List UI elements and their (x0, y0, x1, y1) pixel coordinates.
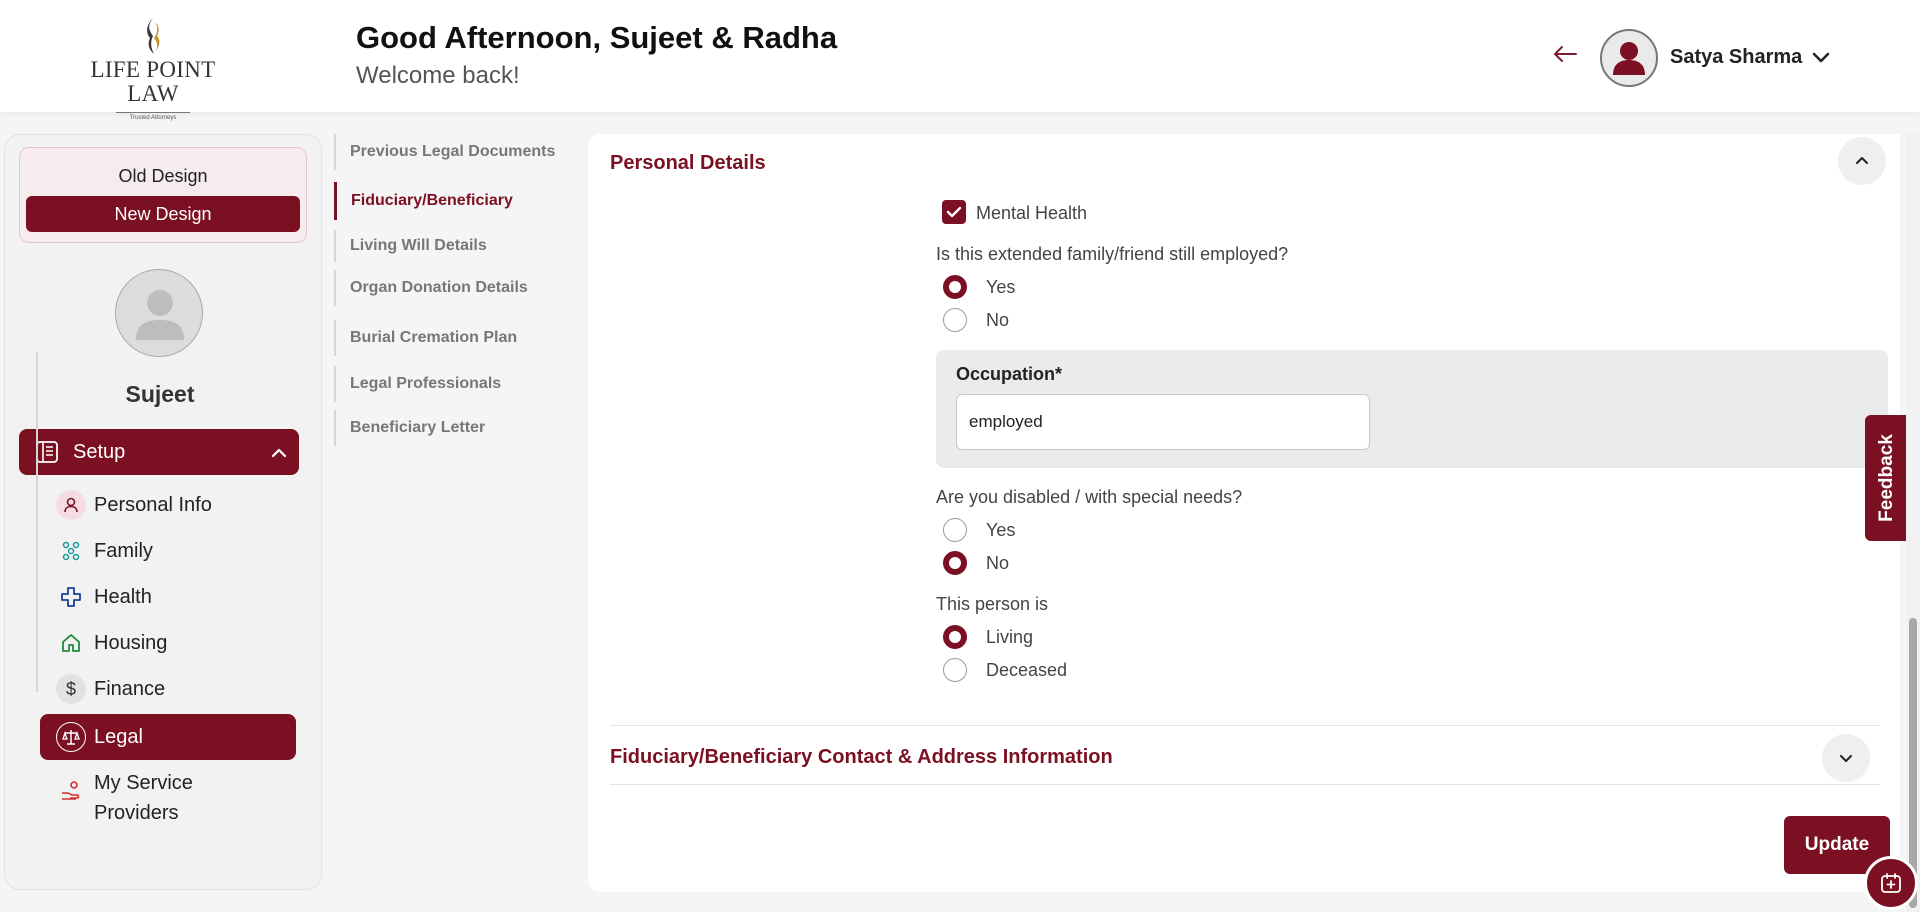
employed-no-radio[interactable] (943, 308, 967, 332)
employed-yes-radio[interactable] (943, 275, 967, 299)
section-title-contact-address[interactable]: Fiduciary/Beneficiary Contact & Address … (610, 746, 1113, 769)
scales-icon (56, 722, 86, 752)
submenu-living-will-details[interactable]: Living Will Details (334, 230, 574, 262)
employed-no-label: No (986, 310, 1010, 330)
disabled-question: Are you disabled / with special needs? (936, 487, 1243, 507)
design-switcher: Old Design New Design (19, 147, 307, 243)
sidebar-item-label: Legal (94, 726, 143, 748)
profile-name: Sujeet (125, 381, 195, 407)
new-design-toggle[interactable]: New Design (26, 196, 300, 232)
section-divider (610, 725, 1880, 726)
section-divider (610, 784, 1880, 785)
document-list-icon (35, 440, 59, 464)
sidebar-item-finance[interactable]: $ Finance (40, 666, 296, 712)
sidebar-item-label: Family (94, 540, 153, 562)
family-icon (56, 536, 86, 566)
sidebar-item-label: My Service Providers (94, 772, 193, 824)
checkmark-icon (946, 206, 962, 218)
disabled-yes-radio[interactable] (943, 518, 967, 542)
logo-tagline: Trusted Attorneys (115, 112, 191, 122)
home-icon (56, 628, 86, 658)
submenu-previous-legal-documents[interactable]: Previous Legal Documents (334, 134, 574, 170)
occupation-input[interactable] (956, 394, 1370, 450)
add-calendar-button[interactable] (1864, 856, 1918, 910)
submenu-legal-professionals[interactable]: Legal Professionals (334, 366, 574, 402)
sidebar-item-housing[interactable]: Housing (40, 620, 296, 666)
disabled-no-label: No (986, 553, 1010, 573)
greeting-title: Good Afternoon, Sujeet & Radha (356, 20, 838, 55)
flame-logo-icon (147, 18, 160, 54)
chevron-up-icon (1856, 157, 1868, 164)
logo-text: LIFE POINT LAW (90, 57, 216, 106)
old-design-toggle[interactable]: Old Design (20, 166, 306, 187)
disabled-no-radio[interactable] (943, 551, 967, 575)
chevron-down-icon (1840, 755, 1852, 762)
nav-tree-line (36, 352, 38, 692)
sidebar-item-label: Housing (94, 632, 168, 654)
expand-contact-address-button[interactable] (1822, 734, 1870, 782)
person-living-label: Living (986, 627, 1034, 647)
person-status-question: This person is (936, 594, 1049, 614)
user-avatar[interactable] (1600, 29, 1658, 87)
setup-section-toggle[interactable]: Setup (19, 429, 299, 475)
person-deceased-label: Deceased (986, 660, 1068, 680)
sidebar-item-family[interactable]: Family (40, 528, 296, 574)
calendar-add-icon (1881, 873, 1901, 893)
section-title-personal-details[interactable]: Personal Details (610, 152, 766, 175)
person-icon (56, 490, 86, 520)
welcome-subtitle: Welcome back! (356, 62, 520, 89)
back-arrow-icon[interactable] (1552, 44, 1578, 64)
employed-yes-label: Yes (986, 277, 1016, 297)
setup-label: Setup (73, 441, 126, 463)
sidebar-item-label: Health (94, 586, 152, 608)
chevron-up-icon (269, 443, 289, 463)
app-header: LIFE POINT LAW Trusted Attorneys Good Af… (0, 0, 1920, 121)
user-name[interactable]: Satya Sharma (1670, 46, 1802, 69)
feedback-label: Feedback (1876, 434, 1897, 522)
feedback-tab[interactable]: Feedback (1865, 415, 1909, 541)
page-scrollbar[interactable] (1906, 134, 1920, 912)
person-living-radio[interactable] (943, 625, 967, 649)
submenu-beneficiary-letter[interactable]: Beneficiary Letter (334, 410, 574, 446)
sidebar-item-service-providers[interactable]: My Service Providers (40, 768, 296, 828)
sidebar-item-personal-info[interactable]: Personal Info (40, 482, 296, 528)
company-logo[interactable]: LIFE POINT LAW Trusted Attorneys (68, 16, 238, 121)
submenu-organ-donation-details[interactable]: Organ Donation Details (334, 270, 574, 306)
disabled-yes-label: Yes (986, 520, 1016, 540)
mental-health-label: Mental Health (976, 203, 1088, 223)
main-content-card: Personal Details Mental Health Is this e… (588, 134, 1900, 892)
occupation-panel: Occupation* (936, 350, 1888, 468)
health-cross-icon (56, 582, 86, 612)
sidebar-item-label: Personal Info (94, 494, 212, 516)
submenu-burial-cremation-plan[interactable]: Burial Cremation Plan (334, 320, 574, 356)
occupation-label: Occupation* (956, 364, 1063, 384)
service-provider-icon (56, 776, 86, 806)
chevron-down-icon[interactable] (1810, 46, 1832, 68)
sidebar-item-legal[interactable]: Legal (40, 714, 296, 760)
profile-avatar[interactable] (115, 269, 203, 357)
sidebar-item-health[interactable]: Health (40, 574, 296, 620)
user-silhouette-icon (1613, 42, 1645, 75)
employed-question: Is this extended family/friend still emp… (936, 244, 1289, 264)
dollar-icon: $ (56, 674, 86, 704)
submenu-fiduciary-beneficiary[interactable]: Fiduciary/Beneficiary (334, 182, 574, 220)
collapse-personal-details-button[interactable] (1838, 137, 1886, 185)
person-deceased-radio[interactable] (943, 658, 967, 682)
mental-health-checkbox[interactable] (942, 200, 966, 224)
sidebar-item-label: Finance (94, 678, 166, 700)
profile-silhouette-icon (136, 290, 184, 340)
